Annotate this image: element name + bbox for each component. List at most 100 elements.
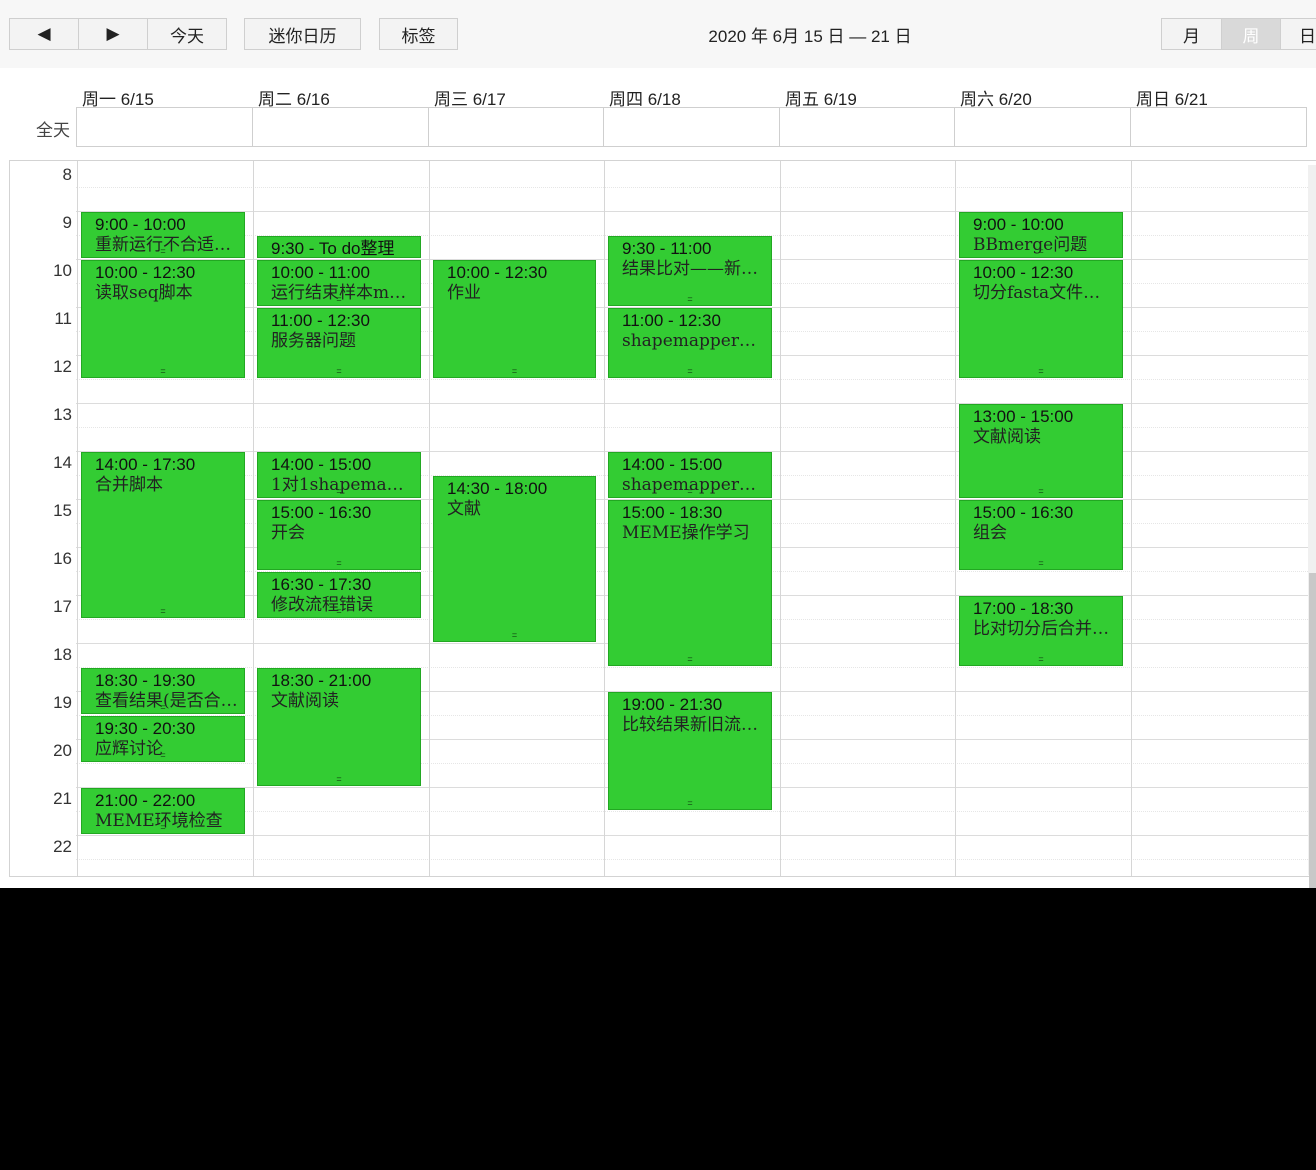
event-title: 结果比对——新… [622, 259, 758, 279]
calendar-event[interactable]: 9:30 - 11:00 结果比对——新… = [608, 236, 772, 306]
event-resize-handle[interactable]: = [82, 751, 244, 760]
calendar-event[interactable]: 18:30 - 21:00 文献阅读 = [257, 668, 421, 786]
event-time: 10:00 - 12:30 [95, 263, 196, 282]
calendar-event[interactable]: 9:30 - To do整理 [257, 236, 421, 258]
calendar-event[interactable]: 17:00 - 18:30 比对切分后合并… = [959, 596, 1123, 666]
day-column-divider [1131, 161, 1132, 876]
event-resize-handle[interactable]: = [258, 367, 420, 376]
event-resize-handle[interactable]: = [609, 295, 771, 304]
event-title: 读取seq脚本 [95, 283, 193, 303]
calendar-event[interactable]: 14:30 - 18:00 文献 = [433, 476, 596, 642]
view-day-button[interactable]: 日 [1280, 18, 1316, 50]
mini-calendar-button[interactable]: 迷你日历 [244, 18, 361, 50]
hour-gridline [76, 211, 1316, 212]
calendar-event[interactable]: 19:00 - 21:30 比较结果新旧流… = [608, 692, 772, 810]
calendar-app: ◀ ▶ 今天 迷你日历 标签 2020 年 6月 15 日 — 21 日 月 周… [0, 0, 1316, 888]
hour-label: 15 [53, 501, 72, 520]
event-resize-handle[interactable]: = [82, 823, 244, 832]
event-resize-handle[interactable]: = [609, 367, 771, 376]
hour-label: 20 [53, 741, 72, 760]
calendar-event[interactable]: 10:00 - 12:30 切分fasta文件测… = [959, 260, 1123, 378]
event-resize-handle[interactable]: = [960, 247, 1122, 256]
all-day-cell[interactable] [603, 107, 780, 147]
event-title: 服务器问题 [271, 331, 356, 351]
hour-label: 8 [62, 165, 72, 184]
event-resize-handle[interactable]: = [434, 631, 595, 640]
calendar-event[interactable]: 10:00 - 12:30 作业 = [433, 260, 596, 378]
scrollbar-thumb[interactable] [1309, 573, 1316, 888]
calendar-event[interactable]: 14:00 - 15:00 shapemapper旧… = [608, 452, 772, 498]
event-time: 10:00 - 12:30 [447, 263, 548, 282]
event-resize-handle[interactable]: = [609, 487, 771, 496]
event-title: 文献阅读 [973, 427, 1041, 447]
vertical-scrollbar[interactable] [1308, 165, 1316, 888]
event-resize-handle[interactable]: = [960, 367, 1122, 376]
calendar-event[interactable]: 21:00 - 22:00 MEME环境检查 = [81, 788, 245, 834]
event-time: 16:30 - 17:30 [271, 575, 372, 594]
event-resize-handle[interactable]: = [82, 607, 244, 616]
day-column-divider [604, 161, 605, 876]
event-resize-handle[interactable]: = [258, 607, 420, 616]
calendar-event[interactable]: 15:00 - 18:30 MEME操作学习 = [608, 500, 772, 666]
calendar-event[interactable]: 11:00 - 12:30 shapemapper旧… = [608, 308, 772, 378]
event-resize-handle[interactable]: = [82, 703, 244, 712]
hour-label: 11 [54, 309, 72, 328]
calendar-event[interactable]: 10:00 - 12:30 读取seq脚本 = [81, 260, 245, 378]
event-resize-handle[interactable]: = [960, 655, 1122, 664]
event-time: 18:30 - 21:00 [271, 671, 372, 690]
calendar-event[interactable]: 15:00 - 16:30 开会 = [257, 500, 421, 570]
view-week-button[interactable]: 周 [1221, 18, 1281, 50]
event-resize-handle[interactable]: = [82, 367, 244, 376]
all-day-label: 全天 [36, 121, 70, 140]
tags-button[interactable]: 标签 [379, 18, 458, 50]
hour-gridline [76, 403, 1316, 404]
calendar-event[interactable]: 13:00 - 15:00 文献阅读 = [959, 404, 1123, 498]
all-day-cell[interactable] [76, 107, 253, 147]
today-button[interactable]: 今天 [147, 18, 227, 50]
day-column-divider [955, 161, 956, 876]
all-day-cell[interactable] [779, 107, 955, 147]
calendar-event[interactable]: 15:00 - 16:30 组会 = [959, 500, 1123, 570]
event-time: 19:00 - 21:30 [622, 695, 723, 714]
all-day-cell[interactable] [954, 107, 1131, 147]
event-time: 14:00 - 15:00 [271, 455, 372, 474]
event-resize-handle[interactable]: = [609, 799, 771, 808]
hour-label: 16 [53, 549, 72, 568]
all-day-cell[interactable] [1130, 107, 1307, 147]
hour-label: 13 [53, 405, 72, 424]
calendar-event[interactable]: 19:30 - 20:30 应辉讨论 = [81, 716, 245, 762]
view-month-button[interactable]: 月 [1161, 18, 1222, 50]
event-resize-handle[interactable]: = [258, 559, 420, 568]
event-resize-handle[interactable]: = [82, 247, 244, 256]
event-resize-handle[interactable]: = [960, 487, 1122, 496]
event-time: 11:00 - 12:30 [271, 311, 370, 330]
prev-week-button[interactable]: ◀ [9, 18, 79, 50]
calendar-event[interactable]: 9:00 - 10:00 BBmerge问题 = [959, 212, 1123, 258]
calendar-event[interactable]: 14:00 - 17:30 合并脚本 = [81, 452, 245, 618]
calendar-event[interactable]: 9:00 - 10:00 重新运行不合适… = [81, 212, 245, 258]
event-resize-handle[interactable]: = [258, 295, 420, 304]
calendar-event[interactable]: 10:00 - 11:00 运行结束样本m… = [257, 260, 421, 306]
event-resize-handle[interactable]: = [960, 559, 1122, 568]
event-resize-handle[interactable]: = [258, 775, 420, 784]
all-day-cell[interactable] [252, 107, 429, 147]
week-time-grid[interactable]: 8 9 10 11 12 13 14 15 16 17 18 19 20 21 22 9:00 - 10:00… [9, 160, 1316, 877]
calendar-event[interactable]: 18:30 - 19:30 查看结果(是否合… = [81, 668, 245, 714]
event-time: 14:30 - 18:00 [447, 479, 548, 498]
next-week-button[interactable]: ▶ [78, 18, 148, 50]
calendar-event[interactable]: 11:00 - 12:30 服务器问题 = [257, 308, 421, 378]
event-time: 21:00 - 22:00 [95, 791, 196, 810]
event-title: 合并脚本 [95, 475, 163, 495]
event-resize-handle[interactable]: = [609, 655, 771, 664]
all-day-cell[interactable] [428, 107, 604, 147]
event-resize-handle[interactable]: = [434, 367, 595, 376]
day-column-divider [77, 161, 78, 876]
calendar-event[interactable]: 16:30 - 17:30 修改流程错误 = [257, 572, 421, 618]
event-time: 15:00 - 18:30 [622, 503, 723, 522]
event-resize-handle[interactable]: = [258, 487, 420, 496]
calendar-event[interactable]: 14:00 - 15:00 1对1shapemap… = [257, 452, 421, 498]
half-hour-gridline [76, 427, 1316, 428]
event-title: MEME操作学习 [622, 523, 750, 543]
hour-label: 14 [53, 453, 72, 472]
toolbar: ◀ ▶ 今天 迷你日历 标签 2020 年 6月 15 日 — 21 日 月 周… [0, 0, 1316, 68]
